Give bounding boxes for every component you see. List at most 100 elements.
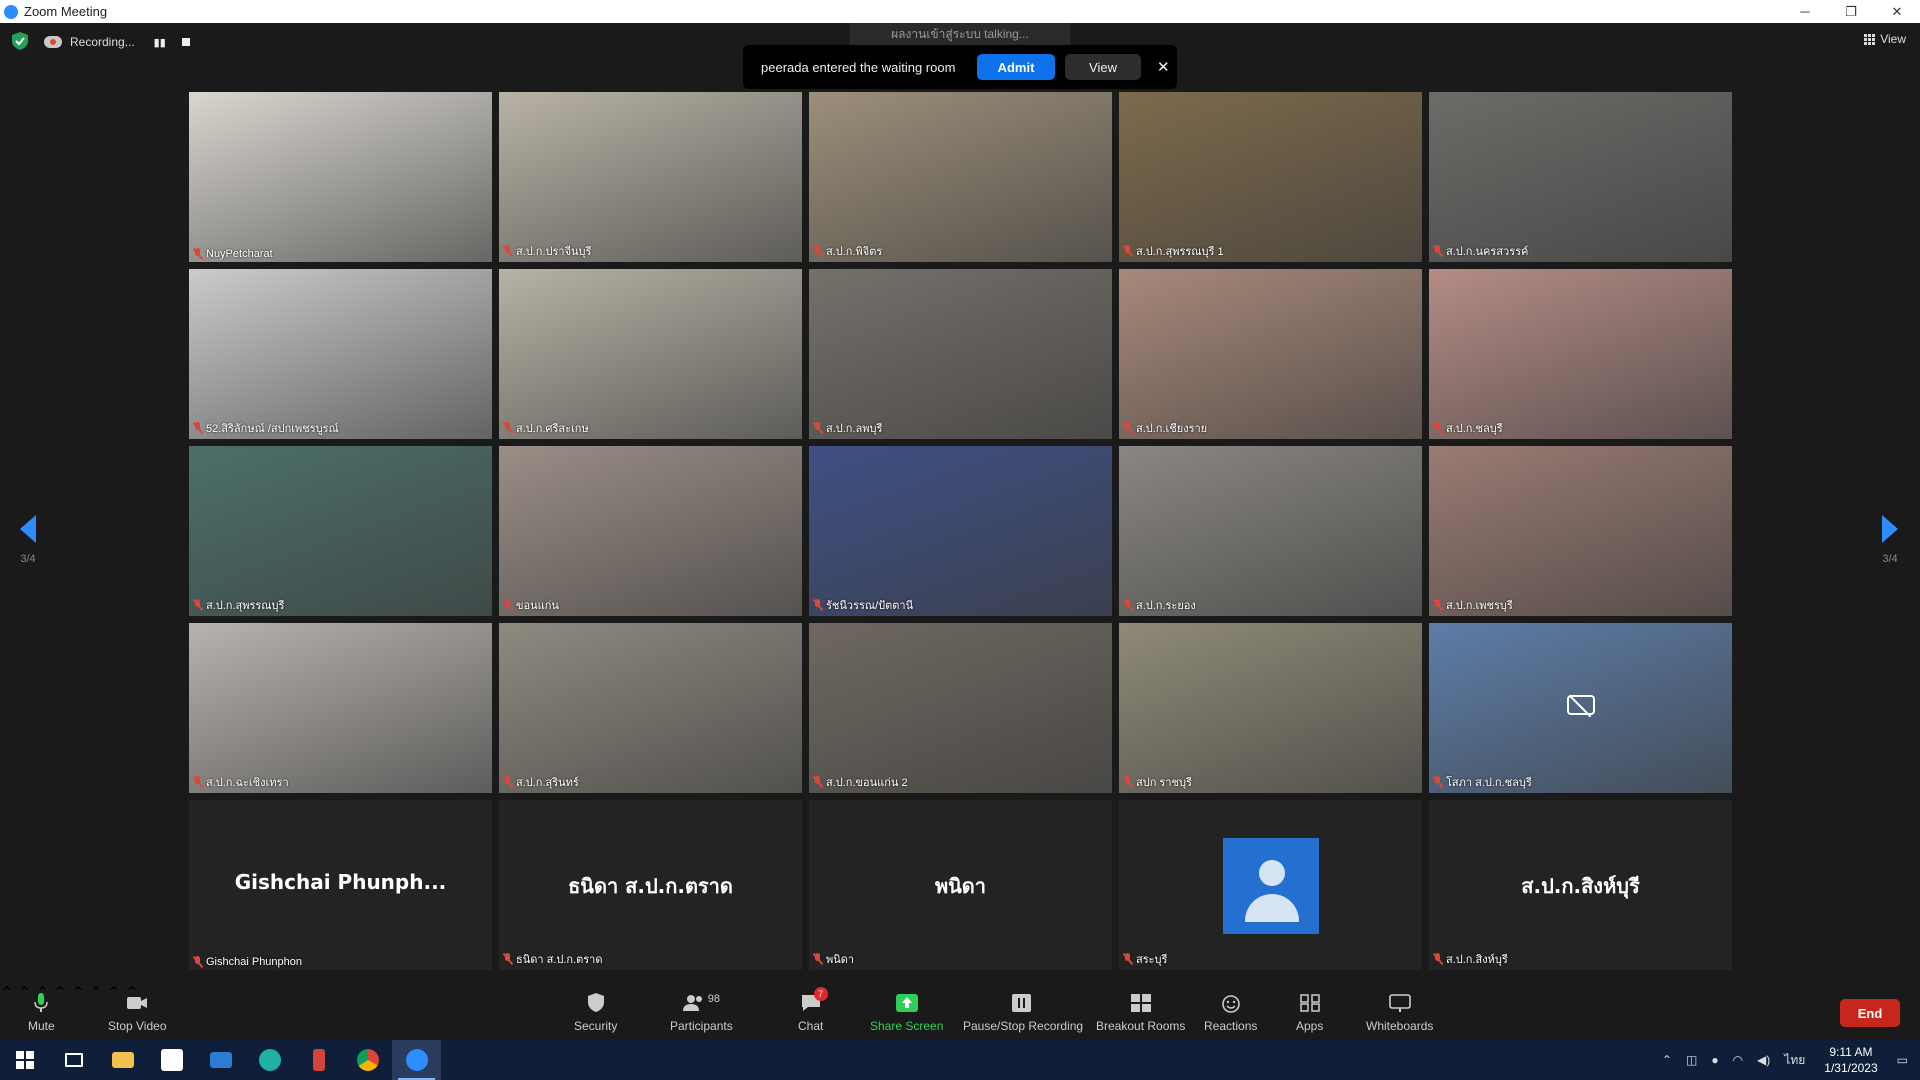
mute-button[interactable]: Mute [28, 993, 55, 1033]
participant-tile[interactable]: ส.ป.ก.ระยอง [1119, 446, 1422, 616]
recording-label: Recording... [70, 35, 135, 49]
microphone-icon[interactable]: ● [1711, 1053, 1718, 1067]
edge-icon[interactable] [245, 1040, 294, 1080]
participant-tile[interactable]: ธนิดา ส.ป.ก.ตราด ธนิดา ส.ป.ก.ตราด [499, 800, 802, 970]
participant-video [809, 446, 1112, 616]
participant-video [1119, 623, 1422, 793]
security-button[interactable]: Security [574, 993, 617, 1033]
pause-recording-button[interactable]: ▮▮ [153, 35, 167, 49]
apps-button[interactable]: Apps [1296, 993, 1323, 1033]
participant-tile[interactable]: ส.ป.ก.ลพบุรี [809, 269, 1112, 439]
participant-tile[interactable]: ขอนแก่น [499, 446, 802, 616]
participant-tile[interactable]: ส.ป.ก.ชลบุรี [1429, 269, 1732, 439]
participant-name-label: ส.ป.ก.ฉะเชิงเทรา [193, 773, 289, 791]
participant-tile[interactable]: ส.ป.ก.ฉะเชิงเทรา [189, 623, 492, 793]
admit-button[interactable]: Admit [977, 54, 1055, 80]
participant-tile[interactable]: ส.ป.ก.นครสวรรค์ [1429, 92, 1732, 262]
participants-button[interactable]: 98 Participants [670, 993, 733, 1033]
mic-muted-icon [813, 953, 822, 965]
stop-video-button[interactable]: Stop Video [108, 993, 167, 1033]
participant-tile[interactable]: ส.ป.ก.ขอนแก่น 2 [809, 623, 1112, 793]
task-view-icon[interactable] [49, 1040, 98, 1080]
chevron-up-icon[interactable]: ⌃ [0, 985, 13, 1002]
participant-name-label: ส.ป.ก.ระยอง [1123, 596, 1196, 614]
stop-recording-button[interactable] [179, 35, 193, 49]
mic-muted-icon [1123, 953, 1132, 965]
zoom-app-icon [4, 4, 18, 19]
chevron-up-icon[interactable]: ⌃ [54, 985, 67, 1002]
volume-icon[interactable]: ◀) [1757, 1053, 1770, 1067]
participant-video [189, 269, 492, 439]
whiteboards-button[interactable]: Whiteboards [1366, 993, 1433, 1033]
participant-tile[interactable]: ส.ป.ก.ศรีสะเกษ [499, 269, 802, 439]
view-label: View [1880, 32, 1906, 46]
participant-tile[interactable]: ส.ป.ก.สุพรรณบุรี 1 [1119, 92, 1422, 262]
view-waiting-room-button[interactable]: View [1065, 54, 1141, 80]
participant-tile[interactable]: 52.สิริลักษณ์ /สปกเพชรบูรณ์ [189, 269, 492, 439]
participant-tile[interactable]: ส.ป.ก.สุรินทร์ [499, 623, 802, 793]
participant-name-label: NuyPetcharat [193, 248, 273, 260]
mail-icon[interactable] [196, 1040, 245, 1080]
meeting-toolbar: Mute ⌃ Stop Video ⌃ Security 98 Particip… [0, 983, 1920, 1040]
notification-icon[interactable]: ▭ [1897, 1053, 1908, 1067]
next-page-button[interactable]: 3/4 [1870, 515, 1910, 565]
participant-tile[interactable]: โสภา ส.ป.ก.ชลบุรี [1429, 623, 1732, 793]
reactions-button[interactable]: Reactions [1204, 993, 1257, 1033]
participant-name-label: สระบุรี [1123, 950, 1167, 968]
chevron-up-icon[interactable]: ⌃ [71, 985, 84, 1002]
participant-tile[interactable]: ส.ป.ก.เชียงราย [1119, 269, 1422, 439]
participant-name: พนิดา [826, 954, 855, 966]
breakout-rooms-button[interactable]: Breakout Rooms [1096, 993, 1185, 1033]
network-icon[interactable]: ◫ [1686, 1053, 1697, 1067]
participant-tile[interactable]: ส.ป.ก.เพชรบุรี [1429, 446, 1732, 616]
view-button[interactable]: View [1864, 32, 1906, 46]
zoom-icon[interactable] [392, 1040, 441, 1080]
participant-tile[interactable]: ส.ป.ก.ปราจีนบุรี [499, 92, 802, 262]
close-window-button[interactable]: ✕ [1874, 0, 1920, 23]
chrome-icon[interactable] [343, 1040, 392, 1080]
participant-tile[interactable]: สปก ราชบุรี [1119, 623, 1422, 793]
previous-page-button[interactable]: 3/4 [8, 515, 48, 565]
close-icon[interactable]: ✕ [1157, 58, 1170, 76]
clock-time: 9:11 AM [1829, 1045, 1873, 1059]
chat-badge: 7 [813, 987, 828, 1001]
mic-muted-icon [1433, 953, 1442, 965]
arrow-left-icon [20, 515, 36, 543]
file-explorer-icon[interactable] [98, 1040, 147, 1080]
participant-name-label: ส.ป.ก.สิงห์บุรี [1433, 950, 1508, 968]
minimize-button[interactable]: ─ [1782, 0, 1828, 23]
app-icon[interactable] [294, 1040, 343, 1080]
share-screen-icon [895, 994, 918, 1012]
apps-icon [1299, 994, 1320, 1012]
share-screen-button[interactable]: Share Screen [870, 993, 943, 1033]
clock[interactable]: 9:11 AM 1/31/2023 [1824, 1044, 1877, 1076]
end-meeting-button[interactable]: End [1840, 999, 1900, 1027]
participant-tile[interactable]: สระบุรี [1119, 800, 1422, 970]
participant-tile[interactable]: ส.ป.ก.สุพรรณบุรี [189, 446, 492, 616]
participant-tile[interactable]: NuyPetcharat [189, 92, 492, 262]
participant-video [499, 446, 802, 616]
participant-tile[interactable]: ส.ป.ก.พิจิตร [809, 92, 1112, 262]
language-indicator[interactable]: ไทย [1784, 1051, 1805, 1070]
participant-video [1429, 92, 1732, 262]
chevron-up-icon[interactable]: ⌃ [89, 985, 102, 1002]
participant-tile[interactable]: Gishchai Phunph... Gishchai Phunphon [189, 800, 492, 970]
waiting-room-message: peerada entered the waiting room [761, 59, 956, 75]
windows-start-icon[interactable] [0, 1040, 49, 1080]
pause-stop-recording-button[interactable]: Pause/Stop Recording [963, 993, 1083, 1033]
store-icon[interactable] [147, 1040, 196, 1080]
participants-label: Participants [670, 1019, 733, 1033]
wifi-icon[interactable]: ◠ [1733, 1053, 1743, 1067]
participant-video [1119, 269, 1422, 439]
chat-button[interactable]: 7 Chat [798, 987, 828, 1033]
shield-icon[interactable] [12, 32, 28, 50]
restore-button[interactable]: ❐ [1828, 0, 1874, 23]
grid-view-icon [1864, 33, 1876, 45]
participant-tile[interactable]: พนิดา พนิดา [809, 800, 1112, 970]
chevron-up-icon[interactable]: ⌃ [1662, 1053, 1672, 1067]
participant-tile[interactable]: ส.ป.ก.สิงห์บุรี ส.ป.ก.สิงห์บุรี [1429, 800, 1732, 970]
participant-display-name: พนิดา [934, 874, 987, 898]
participant-tile[interactable]: รัชนีวรรณ/ปัตตานี [809, 446, 1112, 616]
participant-name-label: ส.ป.ก.เชียงราย [1123, 419, 1207, 437]
mic-muted-icon [1123, 599, 1132, 611]
